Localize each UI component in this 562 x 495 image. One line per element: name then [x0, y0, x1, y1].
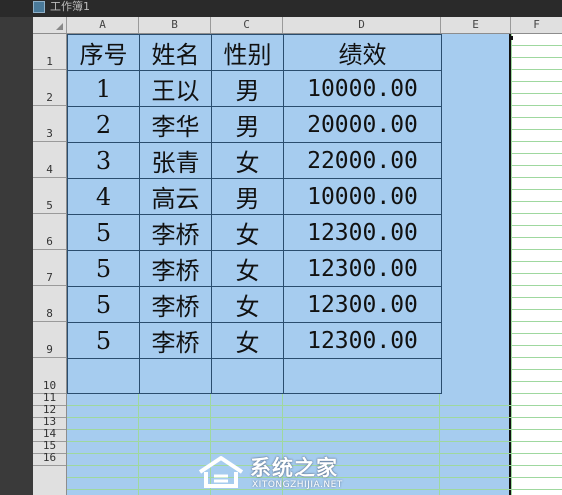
cell[interactable]: 性别: [211, 34, 284, 71]
cell[interactable]: 22000.00: [283, 142, 442, 179]
cell[interactable]: 李桥: [139, 322, 212, 359]
row-header-2[interactable]: 2: [33, 70, 66, 106]
column-header-bar: A B C D E F: [33, 17, 562, 34]
row-header-8[interactable]: 8: [33, 286, 66, 322]
row-header-10[interactable]: 10: [33, 358, 66, 394]
row-number: 4: [46, 163, 53, 176]
table-row: 3 张青女 22000.00: [67, 142, 442, 179]
table-row: 5 李桥女 12300.00: [67, 214, 442, 251]
cell[interactable]: 12300.00: [283, 214, 442, 251]
cell[interactable]: 12300.00: [283, 250, 442, 287]
table-row: 5 李桥女 12300.00: [67, 322, 442, 359]
table-row: 1 王以男 10000.00: [67, 70, 442, 107]
window-title-bar: 工作簿1: [0, 0, 562, 17]
row-header-7[interactable]: 7: [33, 250, 66, 286]
row-number: 16: [42, 451, 57, 464]
row-header-9[interactable]: 9: [33, 322, 66, 358]
cell[interactable]: 男: [211, 70, 284, 107]
row-header-6[interactable]: 6: [33, 214, 66, 250]
data-table: 序号 姓名 性别 绩效 1 王以男 10000.00 2 李华男 20000.00 3 张青女 2200…: [67, 34, 442, 394]
cell[interactable]: 女: [211, 286, 284, 323]
cell[interactable]: 女: [211, 250, 284, 287]
row-header-5[interactable]: 5: [33, 178, 66, 214]
cell[interactable]: [211, 358, 284, 394]
table-row: 5 李桥女 12300.00: [67, 286, 442, 323]
row-number: 8: [46, 307, 53, 320]
row-number: 5: [46, 199, 53, 212]
row-number: 2: [46, 91, 53, 104]
gridline: [138, 394, 139, 495]
cell[interactable]: 女: [211, 322, 284, 359]
cell[interactable]: 10000.00: [283, 70, 442, 107]
row-number: 1: [46, 55, 53, 68]
fill-handle[interactable]: [509, 36, 513, 40]
cell[interactable]: 1: [67, 70, 140, 107]
cell[interactable]: [67, 358, 140, 394]
cell[interactable]: 李华: [139, 106, 212, 143]
cell[interactable]: 10000.00: [283, 178, 442, 215]
column-header-b[interactable]: B: [139, 17, 211, 33]
cell[interactable]: 李桥: [139, 214, 212, 251]
header-row: 序号 姓名 性别 绩效: [67, 34, 442, 71]
select-all-triangle-icon: [56, 23, 63, 30]
cell[interactable]: 李桥: [139, 286, 212, 323]
select-all-corner[interactable]: [33, 17, 67, 33]
window-title: 工作簿1: [50, 0, 90, 13]
column-header-d[interactable]: D: [283, 17, 441, 33]
gridline: [439, 394, 440, 495]
watermark: 系统之家 XITONGZHIJIA.NET: [196, 450, 381, 495]
cell[interactable]: 王以: [139, 70, 212, 107]
cell[interactable]: 12300.00: [283, 322, 442, 359]
table-row: 4 高云男 10000.00: [67, 178, 442, 215]
cell[interactable]: 高云: [139, 178, 212, 215]
row-number: 7: [46, 271, 53, 284]
table-row: 2 李华男 20000.00: [67, 106, 442, 143]
row-header-16[interactable]: 16: [33, 451, 66, 466]
row-number: 9: [46, 343, 53, 356]
cell[interactable]: 5: [67, 286, 140, 323]
cell[interactable]: 4: [67, 178, 140, 215]
column-header-f[interactable]: F: [511, 17, 562, 33]
left-frame: [0, 17, 33, 495]
house-logo-icon: [198, 456, 244, 488]
cell[interactable]: [283, 358, 442, 394]
cell[interactable]: 12300.00: [283, 286, 442, 323]
row-header-3[interactable]: 3: [33, 106, 66, 142]
cell[interactable]: 5: [67, 214, 140, 251]
cell[interactable]: 姓名: [139, 34, 212, 71]
cell[interactable]: 5: [67, 322, 140, 359]
row-number: 3: [46, 127, 53, 140]
watermark-name: 系统之家: [250, 456, 338, 480]
row-number: 6: [46, 235, 53, 248]
cell[interactable]: [139, 358, 212, 394]
row-header-bar: 1 2 3 4 5 6 7 8 9 10 11 12 13 14 15 16: [33, 34, 67, 495]
watermark-url: XITONGZHIJIA.NET: [252, 480, 343, 490]
workbook-icon: [33, 1, 45, 13]
cell[interactable]: 女: [211, 214, 284, 251]
column-header-e[interactable]: E: [441, 17, 511, 33]
row-header-1[interactable]: 1: [33, 34, 66, 70]
cell[interactable]: 5: [67, 250, 140, 287]
table-row: 5 李桥女 12300.00: [67, 250, 442, 287]
cell[interactable]: 3: [67, 142, 140, 179]
row-header-4[interactable]: 4: [33, 142, 66, 178]
cell[interactable]: 2: [67, 106, 140, 143]
table-row: [67, 358, 442, 394]
cell[interactable]: 男: [211, 106, 284, 143]
cell[interactable]: 张青: [139, 142, 212, 179]
cell[interactable]: 李桥: [139, 250, 212, 287]
cell[interactable]: 女: [211, 142, 284, 179]
cell[interactable]: 男: [211, 178, 284, 215]
cell[interactable]: 序号: [67, 34, 140, 71]
column-header-a[interactable]: A: [67, 17, 139, 33]
column-header-c[interactable]: C: [211, 17, 283, 33]
cell[interactable]: 绩效: [283, 34, 442, 71]
cell[interactable]: 20000.00: [283, 106, 442, 143]
